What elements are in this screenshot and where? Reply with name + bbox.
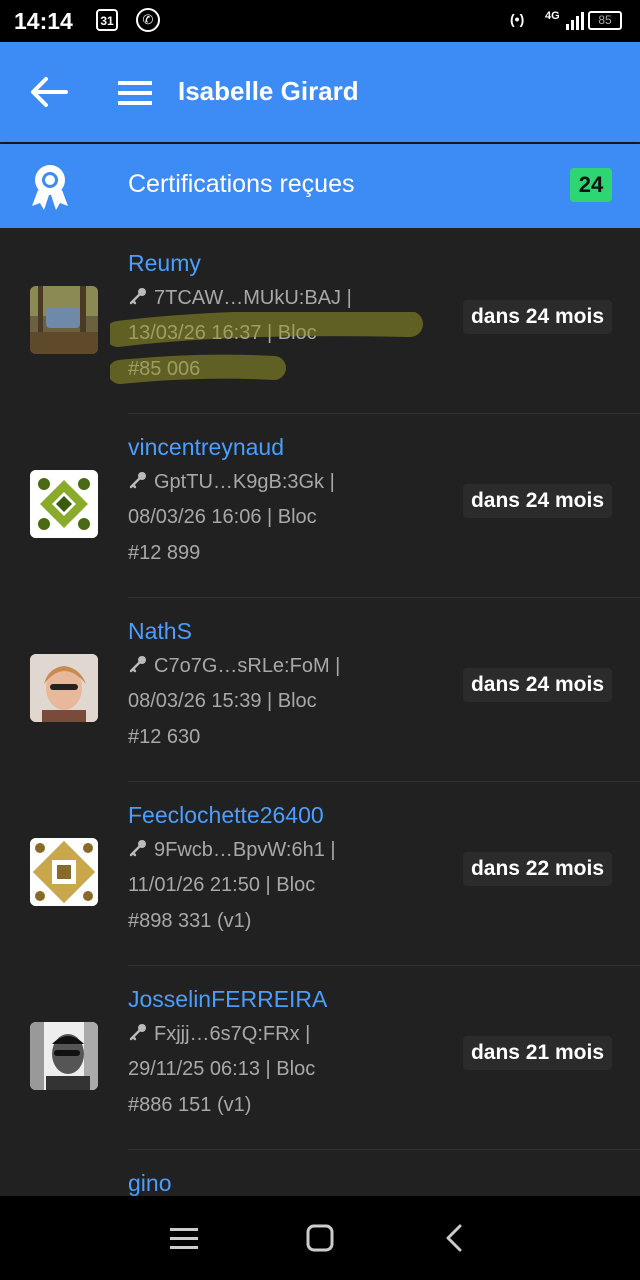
avatar [30,470,98,538]
section-title: Certifications reçues [128,170,355,198]
certification-date: 08/03/26 15:39 | Bloc [128,690,317,712]
expiry-badge: dans 24 mois [462,668,612,702]
certifier-key: 9Fwcb…BpvW:6h1 | [128,838,336,862]
certifier-key: 7TCAW…MUkU:BAJ | [128,286,352,310]
key-icon [129,472,146,489]
avatar [30,654,98,722]
certification-row[interactable]: Feeclochette26400 9Fwcb…BpvW:6h1 | 11/01… [0,782,640,966]
certification-row[interactable]: JosselinFERREIRA Fxjjj…6s7Q:FRx | 29/11/… [0,966,640,1150]
certifier-name[interactable]: Feeclochette26400 [128,802,324,829]
key-text: GptTU…K9gB:3Gk | [154,471,335,493]
key-text: 9Fwcb…BpvW:6h1 | [154,839,336,861]
certification-date: 11/01/26 21:50 | Bloc [128,874,316,896]
certifier-key: Fxjjj…6s7Q:FRx | [128,1022,310,1046]
certification-count-badge: 24 [570,168,612,202]
back-nav-icon[interactable] [438,1220,474,1256]
certification-row[interactable]: vincentreynaud GptTU…K9gB:3Gk | 08/03/26… [0,414,640,598]
key-text: C7o7G…sRLe:FoM | [154,655,341,677]
expiry-badge: dans 21 mois [462,1036,612,1070]
certifier-name[interactable]: JosselinFERREIRA [128,986,327,1013]
expiry-badge: dans 24 mois [462,300,612,334]
signal-icon [566,12,584,30]
certifier-key: C7o7G…sRLe:FoM | [128,654,340,678]
key-icon [129,656,146,673]
home-icon[interactable] [302,1220,338,1256]
back-arrow-icon[interactable] [30,76,68,108]
avatar [30,286,98,354]
key-text: Fxjjj…6s7Q:FRx | [154,1023,311,1045]
certification-row[interactable]: gino [0,1150,640,1196]
certifier-name[interactable]: NathS [128,618,192,645]
certification-row[interactable]: Reumy 7TCAW…MUkU:BAJ | 13/03/26 16:37 | … [0,230,640,414]
expiry-badge: dans 24 mois [462,484,612,518]
key-icon [129,840,146,857]
certifier-name[interactable]: gino [128,1170,171,1196]
avatar [30,1022,98,1090]
certification-block: #12 899 [128,542,201,564]
certifier-name[interactable]: Reumy [128,250,201,277]
certification-block: #12 630 [128,726,201,748]
award-ribbon-icon [32,165,68,210]
whatsapp-icon: ✆ [136,8,160,32]
certification-date: 13/03/26 16:37 | Bloc [128,322,317,344]
certification-block: #85 006 [128,358,201,380]
calendar-icon: 31 [96,9,118,31]
certification-list: Reumy 7TCAW…MUkU:BAJ | 13/03/26 16:37 | … [0,230,640,1196]
status-bar: 14:14 31 ✆ (•) 4G 85 [0,0,640,42]
certification-date: 08/03/26 16:06 | Bloc [128,506,317,528]
certification-block: #898 331 (v1) [128,910,252,932]
key-icon [129,288,146,305]
certifier-key: GptTU…K9gB:3Gk | [128,470,335,494]
recent-apps-icon[interactable] [166,1220,202,1256]
section-header: Certifications reçues 24 [0,144,640,228]
certification-date: 29/11/25 06:13 | Bloc [128,1058,316,1080]
expiry-badge: dans 22 mois [462,852,612,886]
key-text: 7TCAW…MUkU:BAJ | [154,287,352,309]
network-type: 4G [545,10,560,22]
app-bar-title: Isabelle Girard [178,76,359,106]
certification-row[interactable]: NathS C7o7G…sRLe:FoM | 08/03/26 15:39 | … [0,598,640,782]
certifier-name[interactable]: vincentreynaud [128,434,284,461]
hamburger-menu-icon[interactable] [118,80,152,106]
app-bar: Isabelle Girard [0,42,640,142]
hotspot-icon: (•) [510,11,525,27]
avatar [30,838,98,906]
system-navigation-bar [0,1196,640,1280]
battery-indicator: 85 [588,11,622,30]
status-time: 14:14 [14,8,73,34]
certification-block: #886 151 (v1) [128,1094,252,1116]
key-icon [129,1024,146,1041]
